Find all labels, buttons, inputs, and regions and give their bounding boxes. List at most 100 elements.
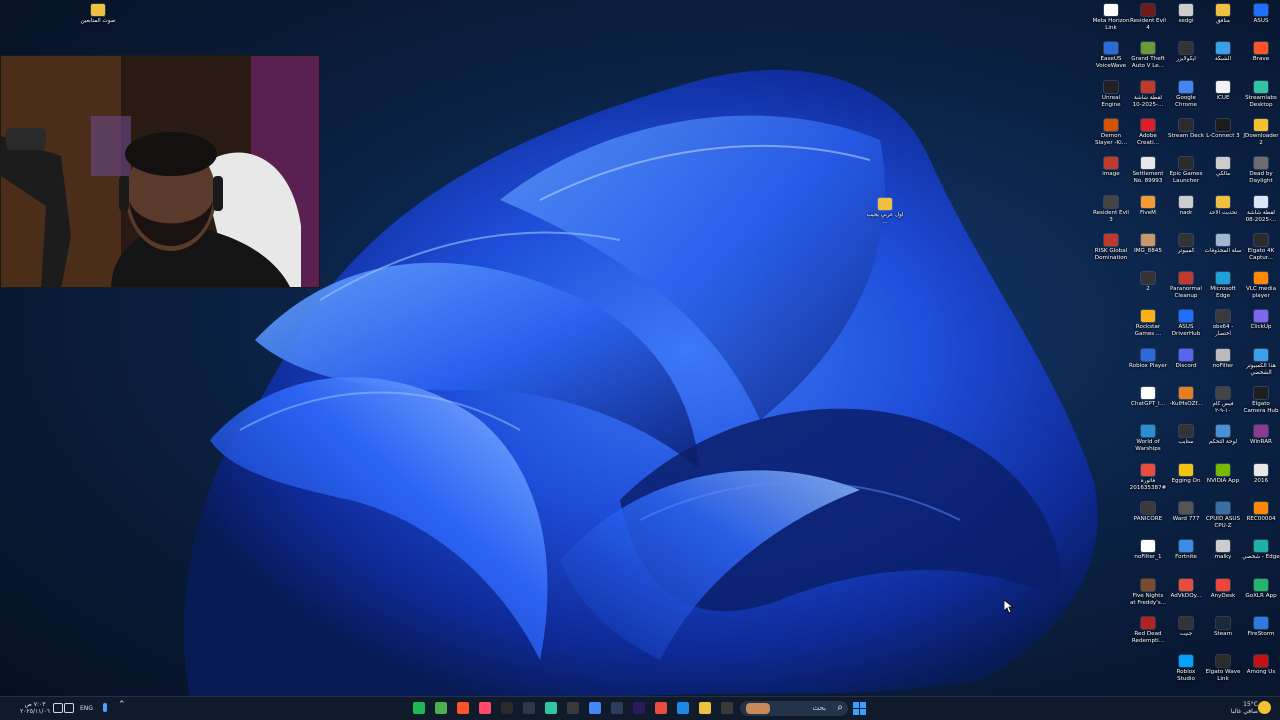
desktop-icon[interactable]: 2016	[1242, 463, 1280, 485]
app-explorer-icon[interactable]	[699, 702, 711, 714]
volume-icon[interactable]	[53, 703, 63, 713]
app-premiere-icon[interactable]	[633, 702, 645, 714]
app-streamlabs-icon[interactable]	[545, 702, 557, 714]
desktop-icon[interactable]: Dead by Daylight	[1242, 157, 1280, 185]
desktop-icon[interactable]: Elgato Camera Hub	[1242, 387, 1280, 415]
desktop-icon[interactable]: Discord	[1167, 348, 1205, 370]
desktop-icon[interactable]: لقطة شاشة 2025-08-...	[1242, 195, 1280, 224]
desktop-icon[interactable]: Streamlabs Desktop	[1242, 80, 1280, 109]
app-obs-icon[interactable]	[567, 702, 579, 714]
desktop-icon[interactable]: IMG_8845	[1129, 233, 1167, 255]
desktop-icon[interactable]: Elgato Wave Link	[1204, 655, 1242, 683]
start-button-windows-icon[interactable]	[853, 702, 866, 715]
app-terminal-icon[interactable]	[721, 702, 733, 714]
desktop-icon[interactable]: ChatGPT_I...	[1129, 387, 1167, 408]
desktop-icon[interactable]: Adobe Creati...	[1129, 118, 1167, 147]
desktop-icon[interactable]: Elgato 4K Captur...	[1242, 233, 1280, 262]
desktop-icon[interactable]: لقطة شاشة 2025-10-...	[1129, 80, 1167, 109]
desktop-icon[interactable]: Rockstar Games ...	[1129, 310, 1167, 338]
network-icon[interactable]	[64, 703, 74, 713]
desktop-icon[interactable]: Stream Deck	[1167, 118, 1205, 140]
desktop-icon[interactable]: Red Dead Redempti...	[1129, 616, 1167, 645]
desktop-icon[interactable]: Demon Slayer -Ki...	[1092, 118, 1130, 147]
desktop-icon[interactable]: CPUID ASUS CPU-Z	[1204, 501, 1242, 530]
desktop-icon-arab-first[interactable]: اول عربي يجيب ...	[866, 198, 904, 226]
desktop-icon[interactable]: FireStorm	[1242, 616, 1280, 638]
desktop-icon[interactable]: GoXLR App	[1242, 578, 1280, 600]
desktop-icon[interactable]: سلة المحذوفات	[1204, 233, 1242, 255]
desktop-icon[interactable]: منافق	[1204, 4, 1242, 25]
desktop-icon[interactable]: Among Us	[1242, 655, 1280, 676]
desktop-icon[interactable]: WinRAR	[1242, 425, 1280, 446]
desktop-icon[interactable]: Meta Horizon Link	[1092, 4, 1130, 32]
desktop-icon[interactable]: تحديث الاحد	[1204, 195, 1242, 217]
desktop-icon-followers-sound[interactable]: صوت المتابعين	[79, 4, 117, 25]
desktop-icon[interactable]: 2	[1129, 272, 1167, 293]
desktop-icon[interactable]: Settlement No. 89993	[1129, 157, 1167, 185]
desktop-icon[interactable]: NVIDIA App	[1204, 463, 1242, 485]
desktop-icon[interactable]: جنيت	[1167, 616, 1205, 638]
desktop-icon[interactable]: JDownloader 2	[1242, 118, 1280, 147]
desktop-icon[interactable]: sedgi	[1167, 4, 1205, 25]
desktop-icon[interactable]: Resident Evil 4	[1129, 4, 1167, 32]
desktop-icon[interactable]: Google Chrome	[1167, 80, 1205, 109]
desktop-icon[interactable]: RISK Global Domination	[1092, 233, 1130, 262]
desktop-icon[interactable]: L-Connect 3	[1204, 118, 1242, 140]
desktop-icon[interactable]: فيس كام ١٠-٩-٢	[1204, 387, 1242, 415]
desktop-icon[interactable]: الشبكة	[1204, 42, 1242, 63]
taskbar-search-box[interactable]: بحث ⌕	[740, 701, 848, 716]
app-youtube-icon[interactable]	[479, 702, 491, 714]
desktop-icon[interactable]: ClickUp	[1242, 310, 1280, 331]
desktop-icon[interactable]: ASUS	[1242, 4, 1280, 25]
desktop-icon[interactable]: image	[1092, 157, 1130, 178]
desktop-icon[interactable]: Roblox Studio	[1167, 655, 1205, 683]
desktop-icon[interactable]: ASUS DriverHub	[1167, 310, 1205, 338]
desktop-icon[interactable]: Grand Theft Auto V Le...	[1129, 42, 1167, 70]
desktop-icon[interactable]: شخصي - Edge	[1242, 540, 1280, 561]
app-photos-icon[interactable]	[677, 702, 689, 714]
desktop-icon[interactable]: noFilter	[1204, 348, 1242, 370]
desktop-icon[interactable]: EaseUS VoiceWave	[1092, 42, 1130, 70]
language-indicator[interactable]: ENG	[80, 705, 93, 712]
app-davinci-icon[interactable]	[523, 702, 535, 714]
app-chrome-icon[interactable]	[435, 702, 447, 714]
desktop-icon[interactable]: -KuIHsOZf...	[1167, 387, 1205, 408]
desktop-icon[interactable]: FiveM	[1129, 195, 1167, 217]
desktop-icon[interactable]: VLC media player	[1242, 272, 1280, 300]
desktop-icon[interactable]: AdVkDOy...	[1167, 578, 1205, 600]
desktop-icon[interactable]: مالكي	[1204, 157, 1242, 178]
desktop-icon[interactable]: obs64 - اختصار	[1204, 310, 1242, 338]
tray-clock[interactable]: ٧:٠٣ ص ٢٠٢٥/١١/٠٦	[18, 701, 52, 715]
chevron-up-icon[interactable]: ⌃	[118, 701, 126, 710]
app-store-icon[interactable]	[611, 702, 623, 714]
desktop-icon[interactable]: ايكولايزر	[1167, 42, 1205, 63]
desktop-icon[interactable]: Steam	[1204, 616, 1242, 638]
weather-widget[interactable]: 15°C صافي غالبا	[1224, 701, 1258, 715]
desktop-icon[interactable]: Epic Games Launcher	[1167, 157, 1205, 185]
desktop-icon[interactable]: Fortnite	[1167, 540, 1205, 561]
desktop-icon[interactable]: Microsoft Edge	[1204, 272, 1242, 300]
desktop-icon[interactable]: Unreal Engine	[1092, 80, 1130, 109]
desktop-icon[interactable]: REC00004	[1242, 501, 1280, 523]
app-acrobat-icon[interactable]	[655, 702, 667, 714]
desktop-icon[interactable]: لوحة التحكم	[1204, 425, 1242, 446]
desktop-icon[interactable]: ستايب	[1167, 425, 1205, 446]
app-brave-icon[interactable]	[457, 702, 469, 714]
desktop-icon[interactable]: iCUE	[1204, 80, 1242, 102]
app-google-chrome-icon[interactable]	[589, 702, 601, 714]
desktop-icon[interactable]: PANICORE	[1129, 501, 1167, 523]
desktop-icon[interactable]: World of Warships	[1129, 425, 1167, 453]
desktop-icon[interactable]: noFilter_1	[1129, 540, 1167, 561]
desktop-icon[interactable]: Brave	[1242, 42, 1280, 63]
app-capcut-icon[interactable]	[501, 702, 513, 714]
desktop-icon[interactable]: كمبيوتر	[1167, 233, 1205, 255]
desktop-icon[interactable]: Paranormal Cleanup	[1167, 272, 1205, 300]
desktop-icon[interactable]: Roblox Player	[1129, 348, 1167, 370]
desktop-icon[interactable]: Resident Evil 3	[1092, 195, 1130, 224]
desktop-icon[interactable]: هذا الكمبيوتر الشخصي	[1242, 348, 1280, 377]
app-green-icon[interactable]	[413, 702, 425, 714]
desktop-icon[interactable]: nadr	[1167, 195, 1205, 217]
desktop-icon[interactable]: AnyDesk	[1204, 578, 1242, 600]
desktop-icon[interactable]: malky	[1204, 540, 1242, 561]
microphone-icon[interactable]	[103, 703, 107, 712]
